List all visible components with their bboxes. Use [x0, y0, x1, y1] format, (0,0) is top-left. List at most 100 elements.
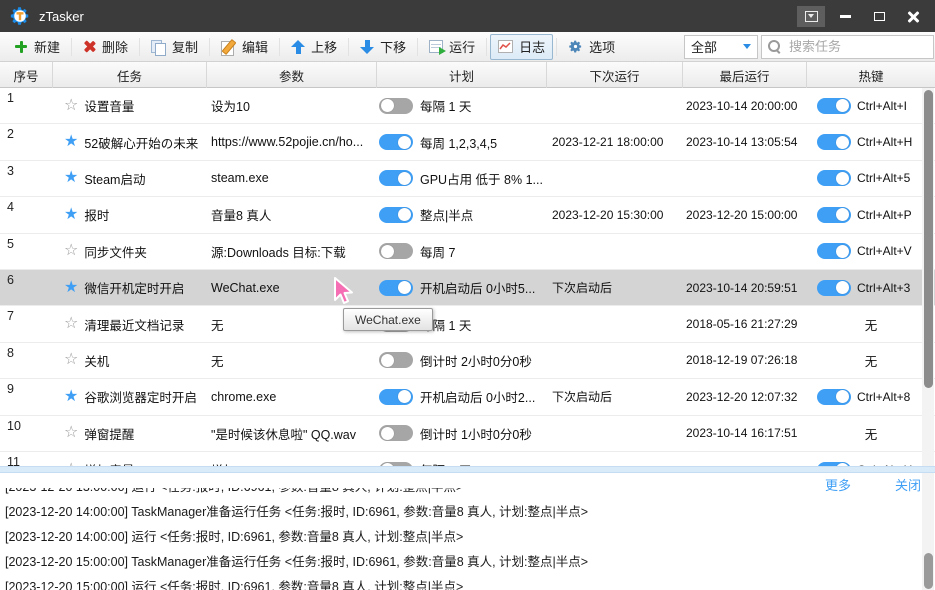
plan-cell: 每隔 1 天 [377, 96, 547, 115]
log-scrollbar[interactable] [922, 473, 934, 590]
task-name: 设置音量 [84, 96, 134, 115]
star-outline-icon[interactable]: ☆ [64, 352, 78, 368]
task-cell: ☆弹窗提醒 [53, 424, 207, 443]
close-button[interactable] [899, 6, 927, 27]
filter-dropdown[interactable]: 全部 [684, 35, 758, 59]
star-outline-icon[interactable]: ☆ [64, 98, 78, 114]
tooltip-text: WeChat.exe [355, 313, 421, 327]
move-down-button[interactable]: 下移 [352, 34, 414, 60]
table-row[interactable]: 8☆关机无倒计时 2小时0分0秒2018-12-19 07:26:18无 [0, 343, 935, 379]
table-scrollbar-thumb[interactable] [924, 90, 933, 388]
last-run-cell: 2023-10-14 20:00:00 [683, 99, 807, 113]
star-outline-icon[interactable]: ☆ [64, 243, 78, 259]
star-filled-icon[interactable]: ★ [64, 134, 78, 150]
hotkey-toggle[interactable] [817, 389, 851, 405]
move-up-button[interactable]: 上移 [283, 34, 345, 60]
star-outline-icon[interactable]: ☆ [64, 316, 78, 332]
row-index: 2 [0, 124, 53, 159]
maximize-button[interactable] [865, 6, 893, 27]
table-row[interactable]: 7☆清理最近文档记录无每隔 1 天2018-05-16 21:27:29无 [0, 306, 935, 342]
plan-cell: 整点|半点 [377, 205, 547, 224]
plan-toggle[interactable] [379, 425, 413, 441]
log-toggle-button[interactable]: 日志 [490, 34, 553, 60]
hotkey-text: Ctrl+Alt+V [857, 244, 912, 258]
column-header-index[interactable]: 序号 [0, 62, 53, 88]
arrow-down-icon [360, 40, 374, 54]
param-cell: "是时候该休息啦" QQ.wav [207, 424, 377, 443]
star-filled-icon[interactable]: ★ [64, 280, 78, 296]
table-row[interactable]: 9★谷歌浏览器定时开启chrome.exe开机启动后 0小时2...下次启动后2… [0, 379, 935, 415]
star-filled-icon[interactable]: ★ [64, 170, 78, 186]
delete-task-button[interactable]: 删除 [75, 34, 136, 60]
hotkey-text: 无 [865, 351, 878, 370]
hotkey-toggle[interactable] [817, 207, 851, 223]
column-header-plan[interactable]: 计划 [377, 62, 547, 88]
star-filled-icon[interactable]: ★ [64, 207, 78, 223]
column-header-last-run[interactable]: 最后运行 [683, 62, 807, 88]
task-name: 微信开机定时开启 [84, 278, 184, 297]
toolbar-separator [417, 38, 418, 56]
hotkey-cell: Ctrl+Alt+8 [807, 389, 935, 405]
options-button[interactable]: 选项 [560, 34, 623, 60]
search-input[interactable] [787, 38, 927, 55]
column-header-hotkey[interactable]: 热键 [807, 62, 935, 88]
table-row[interactable]: 11☆增加音量增加1每隔 1 天Ctrl+Alt+U [0, 452, 935, 466]
star-outline-icon[interactable]: ☆ [64, 425, 78, 441]
next-run-cell: 下次启动后 [547, 388, 683, 405]
row-index: 11 [0, 452, 53, 466]
table-scrollbar[interactable] [922, 88, 934, 466]
plan-toggle[interactable] [379, 280, 413, 296]
log-scrollbar-thumb[interactable] [924, 553, 933, 589]
table-row[interactable]: 3★Steam启动steam.exeGPU占用 低于 8% 1...Ctrl+A… [0, 161, 935, 197]
run-task-button[interactable]: 运行 [421, 34, 483, 60]
plan-toggle[interactable] [379, 207, 413, 223]
toggle-knob [381, 99, 394, 112]
app-window: zTasker 新建 删除 复制 编辑 上移 下移 运行 日志 选项 [0, 0, 935, 590]
task-cell: ☆关机 [53, 351, 207, 370]
plan-toggle[interactable] [379, 134, 413, 150]
table-row[interactable]: 2★52破解心开始の未来https://www.52pojie.cn/ho...… [0, 124, 935, 160]
hotkey-toggle[interactable] [817, 134, 851, 150]
hotkey-text: 无 [865, 315, 878, 334]
plan-toggle[interactable] [379, 98, 413, 114]
toolbar-separator [556, 38, 557, 56]
mouse-cursor [333, 277, 357, 305]
plan-toggle[interactable] [379, 243, 413, 259]
table-row[interactable]: 10☆弹窗提醒"是时候该休息啦" QQ.wav倒计时 1小时0分0秒2023-1… [0, 416, 935, 452]
hotkey-text: Ctrl+Alt+5 [857, 171, 910, 185]
hotkey-text: 无 [865, 424, 878, 443]
hotkey-cell: Ctrl+Alt+I [807, 98, 935, 114]
column-header-task[interactable]: 任务 [53, 62, 207, 88]
table-row[interactable]: 1☆设置音量设为10每隔 1 天2023-10-14 20:00:00Ctrl+… [0, 88, 935, 124]
plan-cell: 开机启动后 0小时5... [377, 278, 547, 297]
table-row[interactable]: 6★微信开机定时开启WeChat.exe开机启动后 0小时5...下次启动后20… [0, 270, 935, 306]
plan-toggle[interactable] [379, 352, 413, 368]
hotkey-toggle[interactable] [817, 98, 851, 114]
search-box [761, 35, 934, 59]
table-row[interactable]: 5☆同步文件夹源:Downloads 目标:下载每周 7Ctrl+Alt+V [0, 234, 935, 270]
hotkey-text: Ctrl+Alt+8 [857, 390, 910, 404]
table-row[interactable]: 4★报时音量8 真人整点|半点2023-12-20 15:30:002023-1… [0, 197, 935, 233]
minimize-button[interactable] [831, 6, 859, 27]
edit-pencil-icon [221, 40, 236, 54]
plan-toggle[interactable] [379, 170, 413, 186]
hotkey-toggle[interactable] [817, 280, 851, 296]
copy-task-button[interactable]: 复制 [143, 34, 206, 60]
new-task-button[interactable]: 新建 [6, 34, 68, 60]
plan-toggle[interactable] [379, 389, 413, 405]
options-label: 选项 [589, 37, 615, 56]
move-down-label: 下移 [380, 37, 406, 56]
hotkey-toggle[interactable] [817, 170, 851, 186]
edit-task-button[interactable]: 编辑 [213, 34, 276, 60]
plan-text: GPU占用 低于 8% 1... [420, 169, 543, 188]
star-filled-icon[interactable]: ★ [64, 389, 78, 405]
task-cell: ☆ 设置音量 [53, 96, 207, 115]
minimize-to-tray-button[interactable] [797, 6, 825, 27]
plan-text: 整点|半点 [420, 205, 473, 224]
panel-splitter[interactable] [0, 466, 935, 473]
column-header-next-run[interactable]: 下次运行 [547, 62, 683, 88]
last-run-cell: 2023-12-20 15:00:00 [683, 208, 807, 222]
hotkey-toggle[interactable] [817, 243, 851, 259]
column-header-param[interactable]: 参数 [207, 62, 377, 88]
maximize-icon [874, 12, 885, 21]
